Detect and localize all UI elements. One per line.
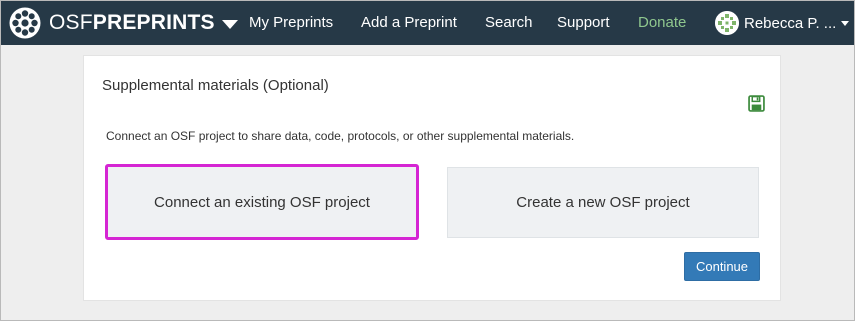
app-window: OSFPREPRINTS My Preprints Add a Preprint…	[0, 0, 855, 321]
create-new-project-button[interactable]: Create a new OSF project	[447, 167, 759, 238]
connect-existing-project-button[interactable]: Connect an existing OSF project	[105, 164, 419, 240]
nav-add-preprint[interactable]: Add a Preprint	[361, 14, 457, 31]
create-new-project-label: Create a new OSF project	[516, 194, 690, 211]
continue-button[interactable]: Continue	[684, 252, 760, 281]
caret-down-icon	[841, 20, 850, 26]
user-menu[interactable]: Rebecca P. ...	[715, 10, 850, 36]
connect-existing-project-label: Connect an existing OSF project	[154, 193, 370, 211]
panel-description: Connect an OSF project to share data, co…	[106, 129, 575, 143]
user-name: Rebecca P. ...	[744, 14, 837, 32]
save-icon[interactable]	[748, 95, 765, 112]
nav-donate[interactable]: Donate	[638, 14, 686, 31]
top-navbar: OSFPREPRINTS My Preprints Add a Preprint…	[1, 1, 854, 45]
brand-prefix: OSF	[49, 11, 93, 34]
nav-support[interactable]: Support	[557, 14, 610, 31]
supplemental-materials-panel: Supplemental materials (Optional) Connec…	[83, 55, 781, 301]
nav-search[interactable]: Search	[485, 14, 533, 31]
brand-name: OSFPREPRINTS	[49, 11, 215, 35]
chevron-down-icon	[221, 20, 238, 29]
osf-logo-icon	[9, 7, 41, 39]
nav-my-preprints[interactable]: My Preprints	[249, 14, 333, 31]
brand-suffix: PREPRINTS	[92, 11, 215, 34]
panel-title: Supplemental materials (Optional)	[102, 77, 329, 94]
avatar	[715, 11, 739, 35]
brand-menu[interactable]: OSFPREPRINTS	[9, 7, 238, 39]
